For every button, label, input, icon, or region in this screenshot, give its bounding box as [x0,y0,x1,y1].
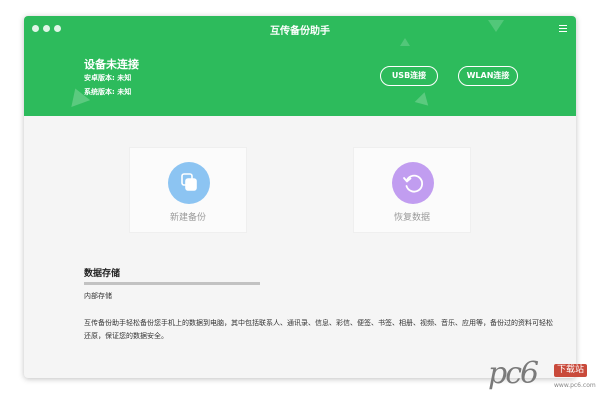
watermark-logo: pc6 下载站 www.pc6.com [488,352,600,406]
storage-label: 内部存储 [84,292,112,300]
storage-progress-bar [84,282,260,285]
watermark-url: www.pc6.com [554,382,596,389]
storage-title: 数据存储 [84,269,121,279]
system-version: 系统版本: 未知 [84,88,132,96]
app-window: 互传备份助手 设备未连接 安卓版本: 未知 系统版本: 未知 USB连接 WLA… [24,16,576,378]
device-status: 设备未连接 [84,58,139,71]
new-backup-card[interactable]: 新建备份 [129,147,247,233]
menu-icon[interactable] [559,25,567,32]
new-backup-label: 新建备份 [169,213,206,223]
android-version: 安卓版本: 未知 [84,74,132,82]
watermark-brand: pc6 [488,356,539,391]
usb-connect-button[interactable]: USB连接 [380,66,438,86]
app-description: 互传备份助手轻松备份您手机上的数据到电脑，其中包括联系人、通讯录、信息、彩信、便… [84,319,553,340]
decor-triangle [414,90,432,106]
copy-icon [168,162,210,204]
restore-data-card[interactable]: 恢复数据 [353,147,471,233]
wlan-connect-button[interactable]: WLAN连接 [458,66,518,86]
window-title: 互传备份助手 [270,26,330,37]
watermark-tag: 下载站 [554,364,588,377]
restore-data-label: 恢复数据 [393,213,430,223]
header-banner: 互传备份助手 设备未连接 安卓版本: 未知 系统版本: 未知 USB连接 WLA… [24,16,576,116]
decor-triangle [400,38,410,46]
restore-icon [392,162,434,204]
